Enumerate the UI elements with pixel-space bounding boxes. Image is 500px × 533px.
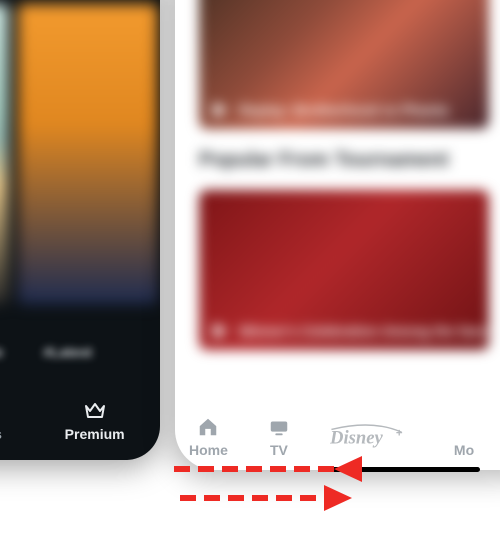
section-title: Popular From Tournament: [199, 149, 500, 172]
light-bottom-nav: Home TV Disney + Mo: [189, 416, 500, 458]
video-card[interactable]: Winner's Celebration Among the fans: [199, 190, 489, 350]
nav-item-movies[interactable]: Mo: [454, 442, 474, 458]
nav-label: TV: [270, 442, 288, 458]
nav-item-sports[interactable]: orts: [0, 398, 2, 442]
poster-caption: Impossible: [0, 344, 3, 360]
arrowhead-right-icon: [324, 485, 352, 511]
poster-thumbnail[interactable]: [18, 4, 158, 304]
nav-item-home[interactable]: Home: [189, 416, 228, 458]
dark-app-card: Vi... ... All Impossible #Latest orts Pr…: [0, 0, 160, 460]
poster-caption: #Latest: [43, 344, 92, 360]
nav-label: Premium: [65, 426, 125, 442]
arrowhead-left-icon: [334, 456, 362, 482]
nav-item-tv[interactable]: TV: [266, 416, 292, 458]
disney-plus-icon: Disney +: [330, 424, 416, 452]
feed: Replay: Brotherhood vs Phanta Popular Fr…: [199, 0, 500, 350]
video-title: Replay: Brotherhood vs Phanta: [239, 102, 448, 118]
play-icon: [211, 322, 229, 340]
svg-text:Disney: Disney: [330, 428, 383, 449]
crown-icon: [83, 398, 107, 422]
bolt-icon: [0, 398, 1, 422]
nav-item-disney[interactable]: Disney +: [330, 424, 416, 452]
video-card[interactable]: Replay: Brotherhood vs Phanta: [199, 0, 489, 129]
light-app-card: Replay: Brotherhood vs Phanta Popular Fr…: [175, 0, 500, 470]
video-overlay: Winner's Celebration Among the fans: [211, 322, 488, 340]
video-title: Winner's Celebration Among the fans: [239, 323, 488, 339]
play-icon: [211, 101, 229, 119]
poster-row: [0, 4, 158, 304]
video-overlay: Replay: Brotherhood vs Phanta: [211, 101, 448, 119]
dark-bottom-nav: orts Premium: [0, 398, 160, 442]
poster-caption-row: Impossible #Latest: [0, 344, 92, 360]
svg-text:+: +: [396, 428, 403, 440]
swipe-right-arrow: [180, 495, 352, 501]
nav-label: Mo: [454, 442, 474, 458]
nav-label: orts: [0, 426, 2, 442]
tv-icon: [266, 416, 292, 438]
swipe-left-arrow: [166, 466, 362, 472]
nav-item-premium[interactable]: Premium: [65, 398, 125, 442]
home-icon: [195, 416, 221, 438]
nav-label: Home: [189, 442, 228, 458]
poster-thumbnail[interactable]: [0, 4, 8, 304]
